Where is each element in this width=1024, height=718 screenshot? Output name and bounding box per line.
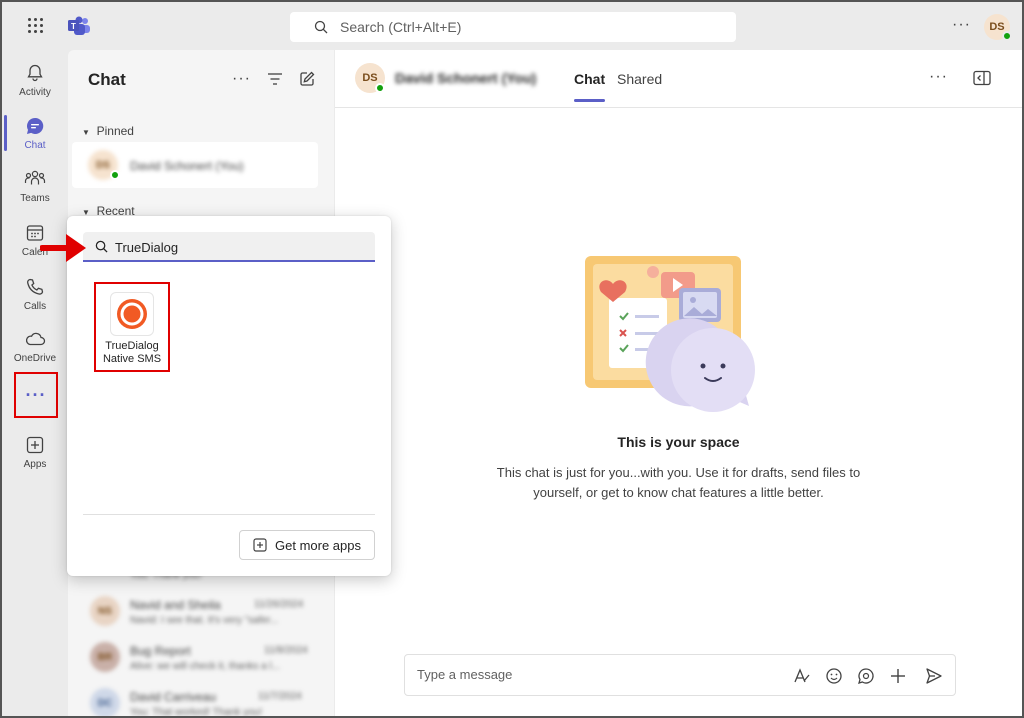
tab-shared[interactable]: Shared xyxy=(617,71,662,87)
presence-available-icon xyxy=(375,83,385,93)
add-app-icon xyxy=(26,436,44,453)
presence-available-icon xyxy=(110,170,120,180)
search-placeholder: Search (Ctrl+Alt+E) xyxy=(340,19,462,35)
get-more-apps-button[interactable]: Get more apps xyxy=(239,530,375,560)
chat-item-date: 11/26/2024 xyxy=(254,599,304,610)
rail-label: Calls xyxy=(23,300,47,312)
app-search-input[interactable] xyxy=(115,236,365,258)
more-options-icon[interactable]: ··· xyxy=(952,16,971,34)
rail-label: Apps xyxy=(23,458,47,470)
emoji-icon[interactable] xyxy=(825,667,843,685)
composer-actions xyxy=(793,667,943,685)
svg-text:T: T xyxy=(71,22,76,31)
chat-header: DS David Schonert (You) Chat Shared ··· xyxy=(335,50,1022,108)
annotation-arrow-icon xyxy=(40,234,86,262)
new-chat-icon[interactable] xyxy=(299,71,315,87)
chat-item-date: 11/7/2024 xyxy=(258,691,302,702)
rail-item-apps[interactable]: Apps xyxy=(2,426,68,478)
avatar-initials: DC xyxy=(97,697,113,709)
message-composer[interactable]: Type a message xyxy=(404,654,956,696)
app-result-truedialog[interactable]: TrueDialog Native SMS xyxy=(94,282,170,372)
chat-item-date: 11/8/2024 xyxy=(264,645,308,656)
avatar: DC xyxy=(90,688,120,716)
caret-down-icon: ▼ xyxy=(82,128,90,137)
chat-item-preview: Alive: we will check it, thanks a l... xyxy=(130,661,281,672)
avatar: BR xyxy=(90,642,120,672)
rail-label: OneDrive xyxy=(13,352,57,364)
truedialog-logo-icon xyxy=(117,299,147,329)
avatar-initials: DS xyxy=(362,72,378,84)
pinned-label: Pinned xyxy=(96,124,134,138)
rail-label: Chat xyxy=(24,139,46,151)
search-icon xyxy=(314,20,328,34)
app-search-box[interactable] xyxy=(83,232,375,262)
bell-icon xyxy=(27,64,43,81)
rail-label: Activity xyxy=(19,86,51,98)
chat-list-title: Chat xyxy=(88,70,126,89)
search-icon xyxy=(95,240,108,253)
plus-icon[interactable] xyxy=(889,667,907,685)
pinned-section-label[interactable]: ▼ Pinned xyxy=(82,124,134,138)
user-avatar[interactable]: DS xyxy=(984,14,1012,41)
search-bar[interactable]: Search (Ctrl+Alt+E) xyxy=(290,12,736,42)
chat-item-preview: You: That worked! Thank you! xyxy=(130,707,263,718)
teams-window: T Search (Ctrl+Alt+E) ··· DS Activity Ch… xyxy=(0,0,1024,718)
add-app-icon xyxy=(253,538,267,552)
get-more-apps-label: Get more apps xyxy=(275,537,361,553)
app-launcher-icon[interactable] xyxy=(28,18,44,34)
send-icon[interactable] xyxy=(925,667,943,685)
presence-available-icon xyxy=(1002,31,1012,41)
avatar: NS xyxy=(90,596,120,626)
avatar[interactable]: DS xyxy=(355,63,385,93)
chat-item-name: Bug Report xyxy=(130,644,191,658)
avatar-initials: NS xyxy=(98,605,112,617)
avatar-initials: BR xyxy=(97,651,113,663)
chat-list-actions: ··· xyxy=(232,70,315,88)
more-options-icon[interactable]: ··· xyxy=(232,70,251,88)
app-label: TrueDialog Native SMS xyxy=(102,340,162,365)
empty-state-text: This chat is just for you...with you. Us… xyxy=(496,465,861,500)
user-initials: DS xyxy=(989,21,1005,33)
rail-label: Teams xyxy=(20,192,50,204)
chat-item-name: David Carriveau xyxy=(130,690,217,704)
rail-item-teams[interactable]: Teams xyxy=(2,160,68,212)
chat-item-name: Navid and Sheila xyxy=(130,598,221,612)
divider xyxy=(83,514,375,515)
teams-people-icon xyxy=(24,170,46,184)
chat-header-name: David Schonert (You) xyxy=(395,70,537,86)
filter-icon[interactable] xyxy=(267,72,283,86)
chat-item-preview: Navid: I see that. It's very "safer... xyxy=(130,615,279,626)
top-bar: T Search (Ctrl+Alt+E) ··· DS xyxy=(2,2,1022,50)
side-panel-icon[interactable] xyxy=(973,70,991,86)
more-options-icon[interactable]: ··· xyxy=(929,68,948,86)
chat-main-pane: DS David Schonert (You) Chat Shared ··· xyxy=(335,50,1022,716)
chat-icon xyxy=(26,117,44,134)
empty-state-illustration xyxy=(585,256,755,412)
more-dots-icon: ··· xyxy=(25,385,47,405)
message-placeholder: Type a message xyxy=(417,667,513,682)
tab-chat[interactable]: Chat xyxy=(574,71,606,102)
rail-item-calls[interactable]: Calls xyxy=(2,268,68,320)
teams-logo-icon: T xyxy=(68,16,90,35)
empty-state-title: This is your space xyxy=(617,434,740,450)
app-rail: Activity Chat Teams Calen Calls OneDrive… xyxy=(2,50,68,716)
cloud-icon xyxy=(26,332,46,345)
loop-icon[interactable] xyxy=(857,667,875,685)
rail-item-onedrive[interactable]: OneDrive xyxy=(2,320,68,372)
chat-item-name: David Schonert (You) xyxy=(130,159,244,173)
app-tile xyxy=(110,292,154,336)
phone-icon xyxy=(27,278,44,295)
format-icon[interactable] xyxy=(793,667,811,685)
chat-item-pinned[interactable]: DS David Schonert (You) xyxy=(72,142,318,188)
rail-item-chat[interactable]: Chat xyxy=(2,107,68,159)
avatar-initials: DS xyxy=(96,159,110,171)
apps-flyout: TrueDialog Native SMS Get more apps xyxy=(67,216,391,576)
rail-item-activity[interactable]: Activity xyxy=(2,54,68,106)
more-apps-button[interactable]: ··· xyxy=(14,372,58,418)
